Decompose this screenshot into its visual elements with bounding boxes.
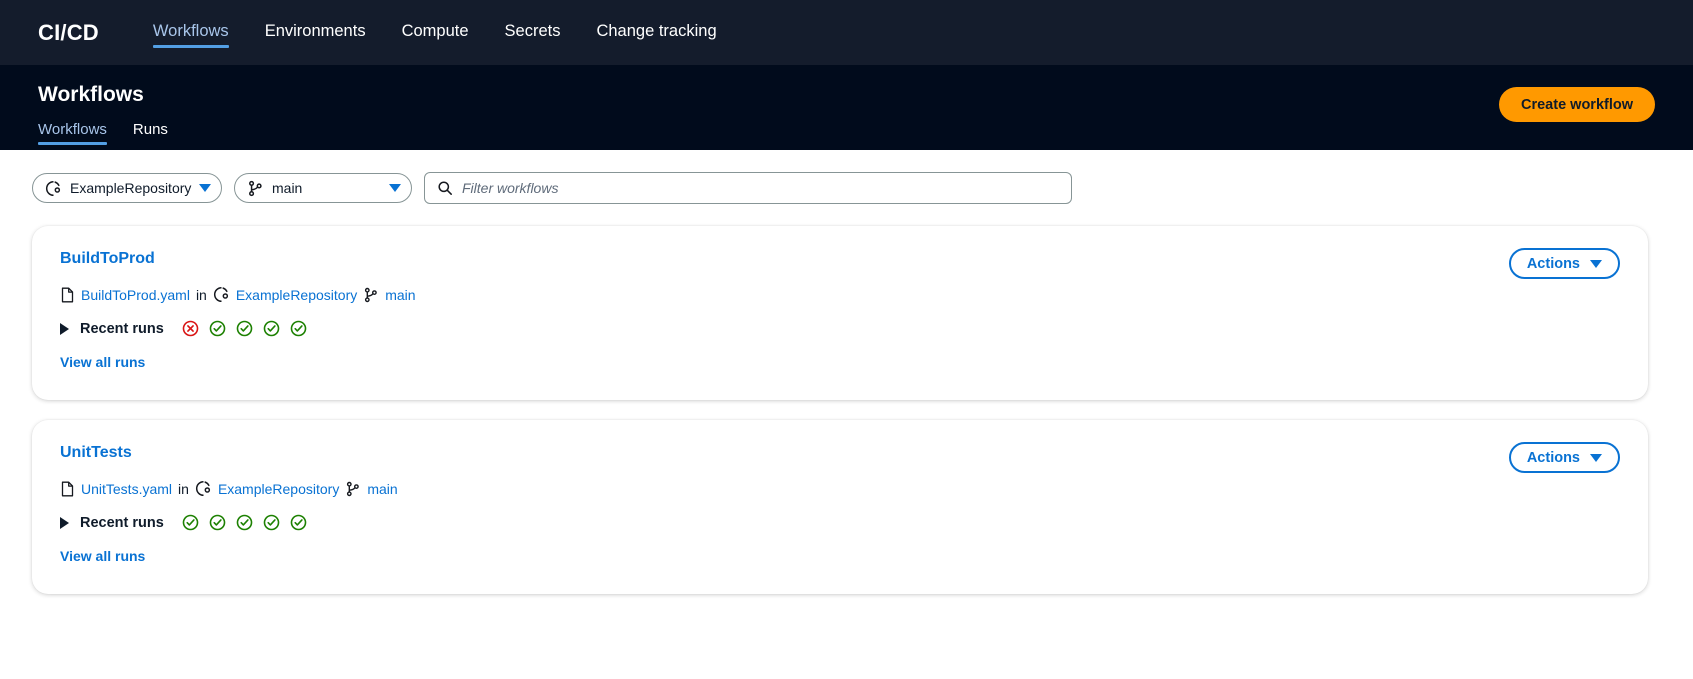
chevron-down-icon <box>1590 453 1602 462</box>
app-brand-logo: CI/CD <box>38 19 99 45</box>
workflow-card: UnitTests UnitTests.yaml in ExampleReposito… <box>32 420 1648 594</box>
chevron-down-icon <box>199 184 212 192</box>
create-workflow-button[interactable]: Create workflow <box>1499 87 1655 122</box>
search-icon <box>437 180 453 196</box>
run-status-icons <box>182 514 307 531</box>
workflow-card: BuildToProd BuildToProd.yaml in ExampleRepo… <box>32 226 1648 400</box>
workflow-name-link[interactable]: UnitTests <box>60 444 132 462</box>
chevron-down-icon <box>389 184 401 192</box>
status-success-icon <box>263 514 280 531</box>
repository-select[interactable]: ExampleRepository <box>32 173 222 203</box>
recent-runs-row: Recent runs <box>60 514 1620 531</box>
branch-icon <box>345 481 361 497</box>
view-all-runs-link[interactable]: View all runs <box>60 354 145 370</box>
content-inner: ExampleRepository main Filter workflows … <box>0 150 1680 679</box>
status-success-icon <box>236 320 253 337</box>
expand-recent-runs-icon[interactable] <box>60 516 69 529</box>
run-status-icons <box>182 320 307 337</box>
file-icon <box>60 481 75 497</box>
page-header: Workflows Workflows Runs Create workflow <box>0 65 1693 150</box>
actions-button-label: Actions <box>1526 449 1580 466</box>
view-all-runs-link[interactable]: View all runs <box>60 548 145 564</box>
workflow-branch-link[interactable]: main <box>367 481 397 497</box>
branch-select[interactable]: main <box>234 173 412 203</box>
page-content: ExampleRepository main Filter workflows … <box>0 150 1693 679</box>
top-navigation-bar: CI/CD Workflows Environments Compute Secret… <box>0 0 1693 65</box>
nav-item-workflows[interactable]: Workflows <box>152 19 229 48</box>
tab-workflows[interactable]: Workflows <box>38 121 107 146</box>
filter-bar: ExampleRepository main Filter workflows <box>32 172 1648 204</box>
status-success-icon <box>182 514 199 531</box>
nav-item-compute[interactable]: Compute <box>402 19 469 47</box>
recent-runs-row: Recent runs <box>60 320 1620 337</box>
status-success-icon <box>236 514 253 531</box>
top-nav-items: Workflows Environments Compute Secrets Chang… <box>152 0 717 65</box>
tab-runs[interactable]: Runs <box>133 121 168 145</box>
repository-icon <box>213 286 230 303</box>
workflow-source-meta: BuildToProd.yaml in ExampleRepository main <box>60 286 1620 303</box>
chevron-down-icon <box>1590 259 1602 268</box>
workflow-repository-link[interactable]: ExampleRepository <box>218 481 339 497</box>
branch-icon <box>363 287 379 303</box>
workflow-source-meta: UnitTests.yaml in ExampleRepository main <box>60 480 1620 497</box>
in-label: in <box>178 480 189 497</box>
search-input[interactable]: Filter workflows <box>462 180 558 196</box>
workflow-file-link[interactable]: BuildToProd.yaml <box>81 287 190 303</box>
workflow-repository-link[interactable]: ExampleRepository <box>236 287 357 303</box>
nav-item-change-tracking[interactable]: Change tracking <box>596 19 716 47</box>
repository-icon <box>195 480 212 497</box>
actions-button-label: Actions <box>1526 255 1580 272</box>
file-icon <box>60 287 75 303</box>
status-success-icon <box>263 320 280 337</box>
actions-button[interactable]: Actions <box>1508 248 1620 279</box>
status-success-icon <box>290 514 307 531</box>
nav-item-secrets[interactable]: Secrets <box>505 19 561 47</box>
workflow-name-link[interactable]: BuildToProd <box>60 250 155 268</box>
branch-select-value: main <box>272 180 303 196</box>
branch-icon <box>247 180 264 197</box>
page-tabs: Workflows Runs <box>38 121 1655 146</box>
workflow-branch-link[interactable]: main <box>385 287 415 303</box>
status-failed-icon <box>182 320 199 337</box>
workflow-list: BuildToProd BuildToProd.yaml in ExampleRepo… <box>32 226 1648 594</box>
actions-button[interactable]: Actions <box>1508 442 1620 473</box>
repository-icon <box>45 180 62 197</box>
workflow-file-link[interactable]: UnitTests.yaml <box>81 481 172 497</box>
page-title: Workflows <box>38 83 144 106</box>
workflows-page: CI/CD Workflows Environments Compute Secret… <box>0 0 1693 679</box>
repository-select-value: ExampleRepository <box>70 180 192 196</box>
recent-runs-label: Recent runs <box>80 320 164 337</box>
in-label: in <box>195 286 207 303</box>
expand-recent-runs-icon[interactable] <box>60 322 69 335</box>
recent-runs-label: Recent runs <box>80 514 164 531</box>
status-success-icon <box>209 320 226 337</box>
filter-workflows-search[interactable]: Filter workflows <box>424 172 1072 204</box>
status-success-icon <box>290 320 307 337</box>
nav-item-environments[interactable]: Environments <box>265 19 366 47</box>
status-success-icon <box>209 514 226 531</box>
